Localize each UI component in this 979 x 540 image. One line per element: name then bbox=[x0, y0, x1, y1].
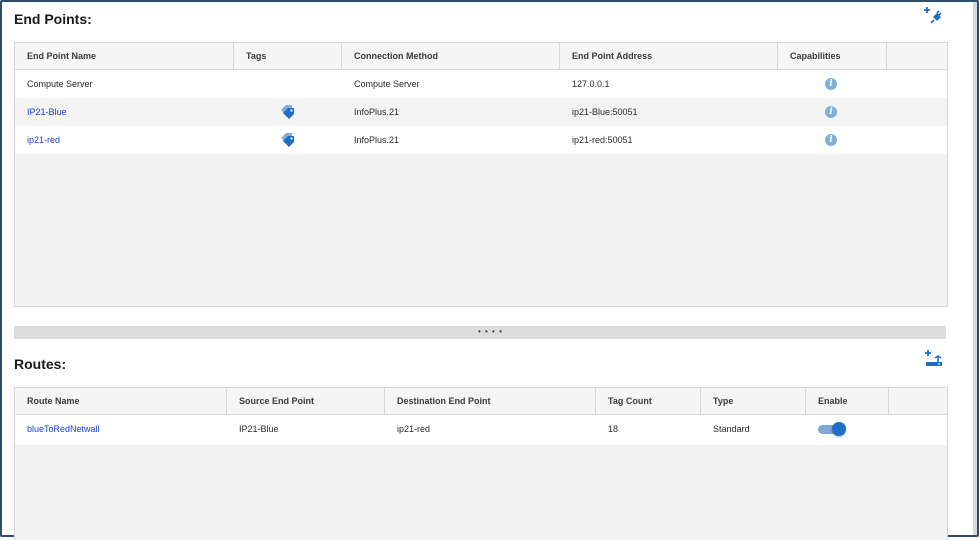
routes-grid: Route Name Source End Point Destination … bbox=[14, 387, 948, 540]
col-type[interactable]: Type bbox=[701, 388, 806, 414]
endpoints-header: End Point Name Tags Connection Method En… bbox=[15, 43, 947, 70]
table-row[interactable]: blueToRedNetwall IP21-Blue ip21-red 18 S… bbox=[15, 415, 947, 445]
route-type: Standard bbox=[713, 424, 750, 434]
endpoint-address: 127.0.0.1 bbox=[572, 79, 610, 89]
route-name-link[interactable]: blueToRedNetwall bbox=[15, 415, 100, 443]
col-connection-method[interactable]: Connection Method bbox=[342, 43, 560, 69]
toggle-knob bbox=[832, 422, 846, 436]
col-endpoint-address[interactable]: End Point Address bbox=[560, 43, 778, 69]
table-row[interactable]: ip21-red InfoPlus.21 ip21-red:50051 i bbox=[15, 126, 947, 154]
routes-title: Routes: bbox=[14, 356, 67, 372]
endpoints-grid: End Point Name Tags Connection Method En… bbox=[14, 42, 948, 307]
destination-endpoint: ip21-red bbox=[397, 424, 431, 434]
col-tags[interactable]: Tags bbox=[234, 43, 342, 69]
col-enable[interactable]: Enable bbox=[806, 388, 889, 414]
col-tag-count[interactable]: Tag Count bbox=[596, 388, 701, 414]
endpoint-address: ip21-Blue:50051 bbox=[572, 107, 638, 117]
capabilities-info-icon[interactable]: i bbox=[825, 134, 837, 146]
enable-toggle[interactable] bbox=[818, 422, 846, 436]
endpoint-name-link[interactable]: ip21-red bbox=[15, 126, 60, 154]
col-route-name[interactable]: Route Name bbox=[15, 388, 227, 414]
table-row[interactable]: Compute Server Compute Server 127.0.0.1 … bbox=[15, 70, 947, 98]
connection-method: InfoPlus.21 bbox=[354, 107, 400, 117]
connection-method: InfoPlus.21 bbox=[354, 135, 400, 145]
col-capabilities[interactable]: Capabilities bbox=[778, 43, 887, 69]
pane-splitter[interactable]: • • • • bbox=[14, 326, 946, 339]
col-endpoint-name[interactable]: End Point Name bbox=[15, 43, 234, 69]
vertical-scrollbar[interactable] bbox=[973, 2, 977, 535]
add-endpoint-button[interactable] bbox=[924, 6, 944, 26]
col-source-endpoint[interactable]: Source End Point bbox=[227, 388, 385, 414]
connection-method: Compute Server bbox=[354, 79, 420, 89]
capabilities-info-icon[interactable]: i bbox=[825, 78, 837, 90]
add-route-icon bbox=[925, 350, 942, 366]
col-destination-endpoint[interactable]: Destination End Point bbox=[385, 388, 596, 414]
capabilities-info-icon[interactable]: i bbox=[825, 106, 837, 118]
splitter-handle[interactable]: • • • • bbox=[478, 327, 503, 337]
tags-icon[interactable] bbox=[279, 132, 295, 148]
tag-count: 18 bbox=[608, 424, 619, 434]
source-endpoint: IP21-Blue bbox=[239, 424, 279, 434]
endpoint-name: Compute Server bbox=[27, 79, 93, 89]
endpoints-title: End Points: bbox=[14, 11, 92, 27]
routes-header: Route Name Source End Point Destination … bbox=[15, 388, 947, 415]
table-row[interactable]: IP21-Blue InfoPlus.21 ip21-Blue:50051 i bbox=[15, 98, 947, 126]
endpoint-address: ip21-red:50051 bbox=[572, 135, 633, 145]
add-plug-icon bbox=[924, 7, 942, 24]
endpoint-name-link[interactable]: IP21-Blue bbox=[15, 98, 67, 126]
add-route-button[interactable] bbox=[924, 349, 944, 369]
window-frame: End Points: End Point Name Tags Connecti… bbox=[0, 0, 979, 540]
tags-icon[interactable] bbox=[279, 104, 295, 120]
